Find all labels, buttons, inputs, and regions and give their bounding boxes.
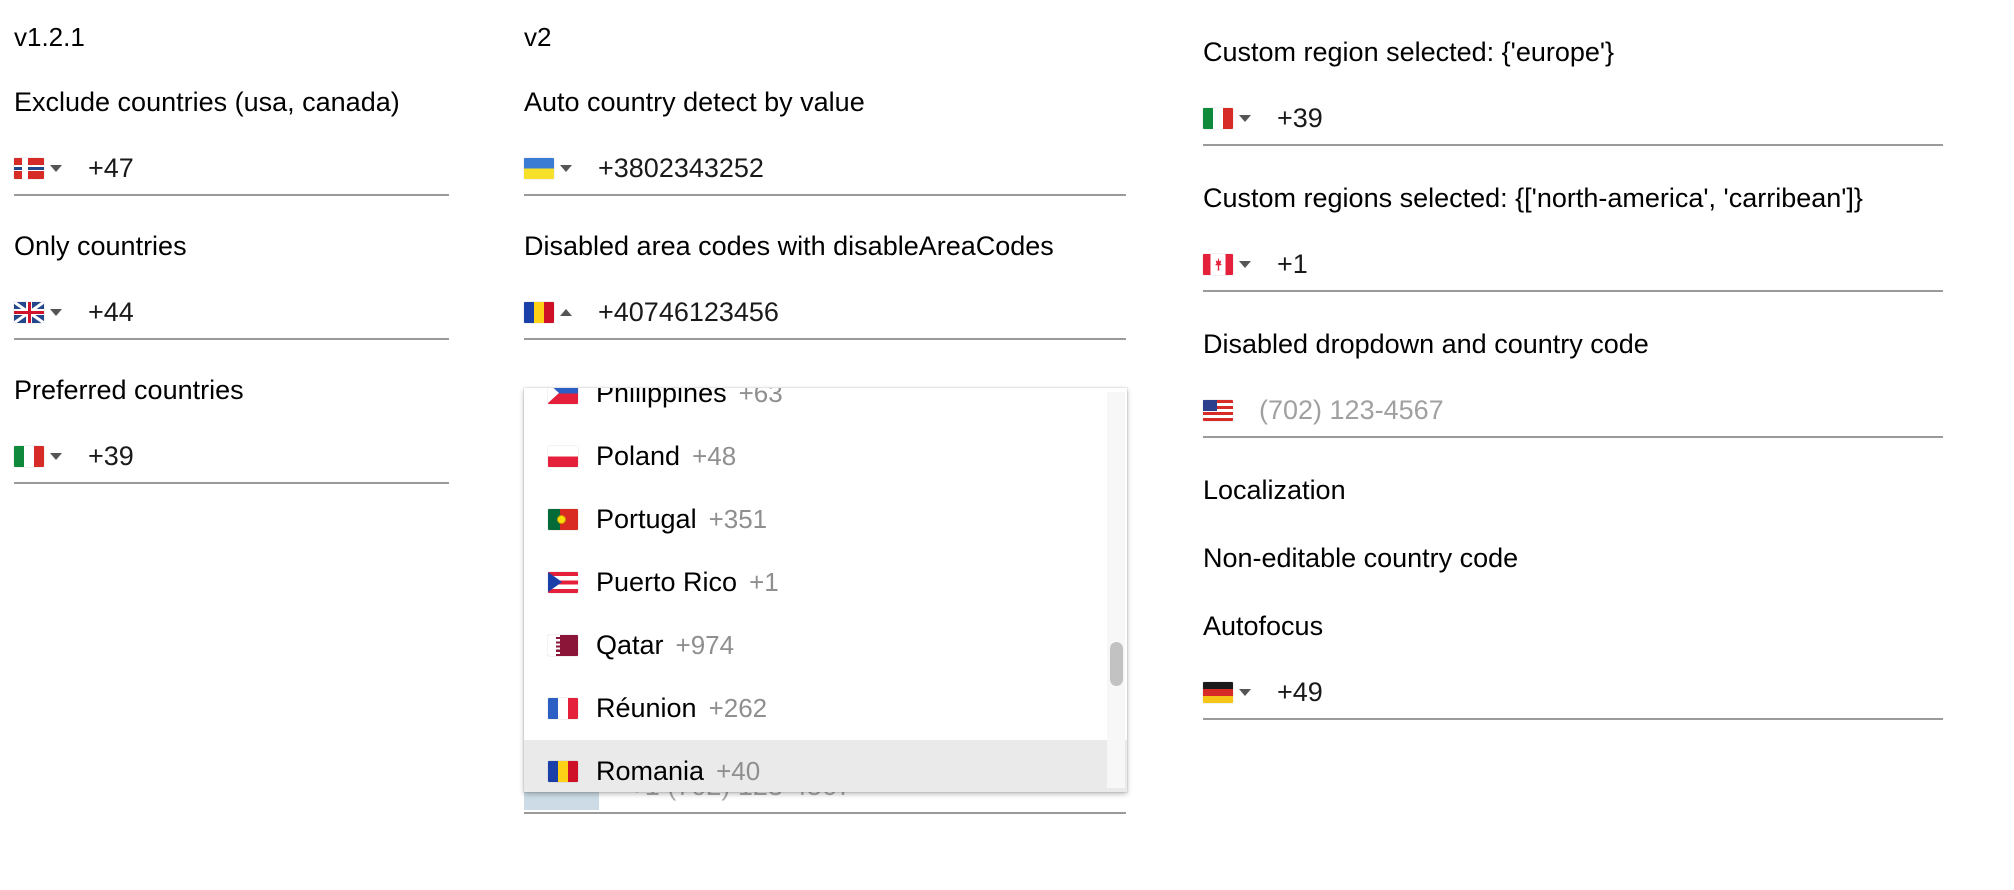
flag-italy-icon: [14, 445, 44, 467]
field-label-autofocus: Autofocus: [1203, 611, 1324, 641]
tel-input-exclude-countries[interactable]: +47: [14, 142, 449, 196]
field-label-disabled-dropdown: Disabled dropdown and country code: [1203, 329, 1649, 359]
country-dropdown-list[interactable]: Philippines +63 Poland +48 Portugal +351…: [524, 388, 1127, 792]
dial-code: +63: [738, 388, 783, 408]
country-selector-custom-region[interactable]: [1203, 107, 1255, 129]
country-selector-custom-regions[interactable]: [1203, 253, 1255, 275]
flag-norway-icon: [14, 157, 44, 179]
column-v1: v1.2.1 Exclude countries (usa, canada) +…: [14, 0, 449, 484]
flag-portugal-icon: [548, 509, 578, 530]
list-item[interactable]: Qatar +974: [524, 614, 1127, 677]
country-selector-auto-country-detect[interactable]: [524, 157, 576, 179]
dial-code: +262: [708, 693, 768, 723]
country-name: Réunion: [596, 693, 697, 723]
chevron-down-icon[interactable]: [1239, 688, 1251, 696]
dropdown-scrollbar-thumb[interactable]: [1110, 642, 1123, 686]
version-heading-v1: v1.2.1: [14, 22, 85, 52]
flag-qatar-icon: [548, 635, 578, 656]
dial-code: +48: [692, 441, 737, 471]
dropdown-scrollbar[interactable]: [1107, 392, 1125, 788]
tel-value-preferred-countries[interactable]: +39: [88, 440, 134, 472]
country-name: Qatar: [596, 630, 664, 660]
tel-value-only-countries[interactable]: +44: [88, 296, 134, 328]
country-selector-exclude-countries[interactable]: [14, 157, 66, 179]
chevron-down-icon[interactable]: [1239, 114, 1251, 122]
tel-value-custom-region[interactable]: +39: [1277, 102, 1323, 134]
list-item-selected[interactable]: Romania +40: [524, 740, 1127, 792]
field-label-disabled-area-codes: Disabled area codes with disableAreaCode…: [524, 231, 1054, 261]
flag-reunion-icon: [548, 698, 578, 719]
field-label-preferred-countries: Preferred countries: [14, 375, 244, 405]
country-name: Romania: [596, 756, 705, 786]
tel-input-disabled-area-codes[interactable]: +40746123456: [524, 286, 1126, 340]
chevron-up-icon[interactable]: [560, 308, 572, 316]
country-name: Poland: [596, 441, 681, 471]
list-item[interactable]: Puerto Rico +1: [524, 551, 1127, 614]
dial-code: +40: [716, 756, 761, 786]
country-dropdown-inner: Philippines +63 Poland +48 Portugal +351…: [524, 388, 1127, 792]
tel-value-exclude-countries[interactable]: +47: [88, 152, 134, 184]
flag-romania-icon: [524, 301, 554, 323]
tel-value-autofocus[interactable]: +49: [1277, 676, 1323, 708]
tel-input-autofocus[interactable]: +49: [1203, 666, 1943, 720]
flag-united-kingdom-icon: [14, 301, 44, 323]
chevron-down-icon[interactable]: [560, 164, 572, 172]
demo-page: v1.2.1 Exclude countries (usa, canada) +…: [0, 0, 2014, 890]
chevron-down-icon[interactable]: [50, 452, 62, 460]
field-label-only-countries: Only countries: [14, 231, 187, 261]
dial-code: +1: [749, 567, 779, 597]
list-item[interactable]: Philippines +63: [524, 388, 1127, 425]
country-selector-autofocus[interactable]: [1203, 681, 1255, 703]
tel-input-custom-region[interactable]: +39: [1203, 92, 1943, 146]
flag-united-states-icon: [1203, 399, 1233, 421]
version-heading-v2: v2: [524, 22, 552, 52]
country-selector-preferred-countries[interactable]: [14, 445, 66, 467]
list-item[interactable]: Réunion +262: [524, 677, 1127, 740]
country-selector-disabled-area-codes[interactable]: [524, 301, 576, 323]
field-label-custom-region: Custom region selected: {'europe'}: [1203, 37, 1615, 67]
flag-ukraine-icon: [524, 157, 554, 179]
dial-code: +974: [675, 630, 735, 660]
field-label-non-editable-country-code: Non-editable country code: [1203, 543, 1519, 573]
country-selector-only-countries[interactable]: [14, 301, 66, 323]
tel-input-auto-country-detect[interactable]: +3802343252: [524, 142, 1126, 196]
country-selector-disabled: [1203, 399, 1237, 421]
flag-romania-icon: [548, 761, 578, 782]
tel-input-custom-regions[interactable]: +1: [1203, 238, 1943, 292]
tel-input-only-countries[interactable]: +44: [14, 286, 449, 340]
field-label-custom-regions: Custom regions selected: {['north-americ…: [1203, 183, 1863, 213]
tel-placeholder-disabled-dropdown: (702) 123-4567: [1259, 395, 1444, 425]
chevron-down-icon[interactable]: [50, 308, 62, 316]
flag-canada-icon: [1203, 253, 1233, 275]
dial-code: +351: [708, 504, 768, 534]
tel-input-disabled-dropdown: (702) 123-4567: [1203, 384, 1943, 438]
field-label-localization: Localization: [1203, 475, 1346, 505]
field-label-exclude-countries: Exclude countries (usa, canada): [14, 87, 400, 117]
column-v2: v2 Auto country detect by value +3802343…: [524, 0, 1126, 340]
list-item[interactable]: Portugal +351: [524, 488, 1127, 551]
column-regions: Custom region selected: {'europe'} +39 C…: [1203, 0, 1943, 720]
flag-germany-icon: [1203, 681, 1233, 703]
country-name: Philippines: [596, 388, 727, 408]
tel-value-auto-country-detect[interactable]: +3802343252: [598, 152, 764, 184]
flag-philippines-icon: [548, 388, 578, 404]
country-name: Puerto Rico: [596, 567, 738, 597]
chevron-down-icon[interactable]: [50, 164, 62, 172]
flag-puerto-rico-icon: [548, 572, 578, 593]
flag-poland-icon: [548, 446, 578, 467]
tel-value-custom-regions[interactable]: +1: [1277, 248, 1308, 280]
field-label-auto-country-detect: Auto country detect by value: [524, 87, 865, 117]
country-name: Portugal: [596, 504, 697, 534]
flag-italy-icon: [1203, 107, 1233, 129]
list-item[interactable]: Poland +48: [524, 425, 1127, 488]
chevron-down-icon[interactable]: [1239, 260, 1251, 268]
tel-value-disabled-area-codes[interactable]: +40746123456: [598, 296, 779, 328]
tel-input-preferred-countries[interactable]: +39: [14, 430, 449, 484]
